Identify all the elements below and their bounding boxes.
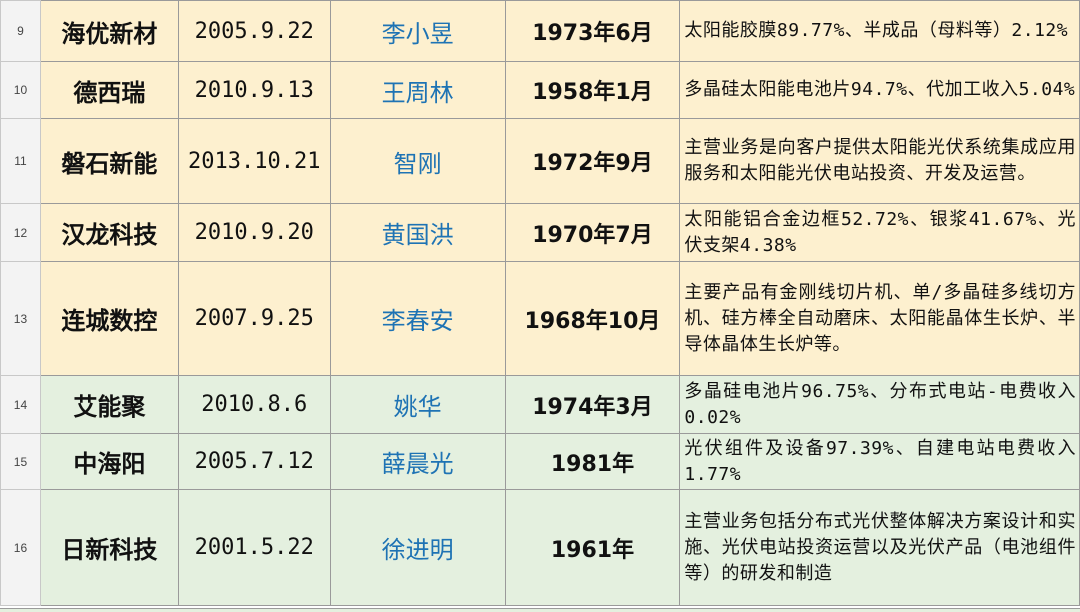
table-row: 9 海优新材 2005.9.22 李小昱 1973年6月 太阳能胶膜89.77%… (0, 0, 1080, 62)
founded-date-cell[interactable]: 2007.9.25 (177, 261, 331, 376)
business-cell[interactable]: 多晶硅电池片96.75%、分布式电站-电费收入0.02% (679, 375, 1080, 434)
chairman-cell[interactable]: 李小昱 (329, 0, 506, 62)
birth-cell[interactable]: 1974年3月 (504, 375, 681, 434)
row-header[interactable]: 11 (0, 118, 41, 204)
table-row: 16 日新科技 2001.5.22 徐进明 1961年 主营业务包括分布式光伏整… (0, 489, 1080, 606)
business-cell[interactable]: 太阳能胶膜89.77%、半成品（母料等）2.12% (679, 0, 1080, 62)
chairman-cell[interactable]: 徐进明 (329, 489, 506, 606)
birth-cell[interactable]: 1970年7月 (504, 203, 681, 262)
table-row: 13 连城数控 2007.9.25 李春安 1968年10月 主要产品有金刚线切… (0, 261, 1080, 376)
birth-cell[interactable]: 1958年1月 (504, 61, 681, 119)
business-cell[interactable]: 光伏组件及设备97.39%、自建电站电费收入1.77% (679, 433, 1080, 490)
row-header[interactable]: 16 (0, 489, 41, 606)
business-cell[interactable]: 太阳能铝合金边框52.72%、银浆41.67%、光伏支架4.38% (679, 203, 1080, 262)
chairman-cell[interactable]: 李春安 (329, 261, 506, 376)
next-row-edge (0, 608, 1080, 612)
company-table: 9 海优新材 2005.9.22 李小昱 1973年6月 太阳能胶膜89.77%… (0, 0, 1080, 606)
chairman-cell[interactable]: 智刚 (329, 118, 506, 204)
company-cell[interactable]: 连城数控 (39, 261, 179, 376)
birth-cell[interactable]: 1981年 (504, 433, 681, 490)
row-header[interactable]: 12 (0, 203, 41, 262)
company-cell[interactable]: 德西瑞 (39, 61, 179, 119)
chairman-cell[interactable]: 黄国洪 (329, 203, 506, 262)
birth-cell[interactable]: 1972年9月 (504, 118, 681, 204)
business-cell[interactable]: 主营业务是向客户提供太阳能光伏系统集成应用服务和太阳能光伏电站投资、开发及运营。 (679, 118, 1080, 204)
chairman-cell[interactable]: 薛晨光 (329, 433, 506, 490)
company-cell[interactable]: 磐石新能 (39, 118, 179, 204)
table-row: 14 艾能聚 2010.8.6 姚华 1974年3月 多晶硅电池片96.75%、… (0, 375, 1080, 434)
founded-date-cell[interactable]: 2001.5.22 (177, 489, 331, 606)
table-row: 12 汉龙科技 2010.9.20 黄国洪 1970年7月 太阳能铝合金边框52… (0, 203, 1080, 262)
row-header[interactable]: 15 (0, 433, 41, 490)
row-header[interactable]: 14 (0, 375, 41, 434)
founded-date-cell[interactable]: 2005.7.12 (177, 433, 331, 490)
business-cell[interactable]: 主要产品有金刚线切片机、单/多晶硅多线切方机、硅方棒全自动磨床、太阳能晶体生长炉… (679, 261, 1080, 376)
spreadsheet-view: 9 海优新材 2005.9.22 李小昱 1973年6月 太阳能胶膜89.77%… (0, 0, 1080, 612)
founded-date-cell[interactable]: 2013.10.21 (177, 118, 331, 204)
company-cell[interactable]: 中海阳 (39, 433, 179, 490)
founded-date-cell[interactable]: 2010.9.20 (177, 203, 331, 262)
founded-date-cell[interactable]: 2010.9.13 (177, 61, 331, 119)
row-header[interactable]: 9 (0, 0, 41, 62)
founded-date-cell[interactable]: 2005.9.22 (177, 0, 331, 62)
company-cell[interactable]: 日新科技 (39, 489, 179, 606)
row-header[interactable]: 10 (0, 61, 41, 119)
birth-cell[interactable]: 1968年10月 (504, 261, 681, 376)
chairman-cell[interactable]: 王周林 (329, 61, 506, 119)
birth-cell[interactable]: 1961年 (504, 489, 681, 606)
founded-date-cell[interactable]: 2010.8.6 (177, 375, 331, 434)
company-cell[interactable]: 海优新材 (39, 0, 179, 62)
row-header[interactable]: 13 (0, 261, 41, 376)
company-cell[interactable]: 艾能聚 (39, 375, 179, 434)
chairman-cell[interactable]: 姚华 (329, 375, 506, 434)
table-row: 10 德西瑞 2010.9.13 王周林 1958年1月 多晶硅太阳能电池片94… (0, 61, 1080, 119)
business-cell[interactable]: 主营业务包括分布式光伏整体解决方案设计和实施、光伏电站投资运营以及光伏产品（电池… (679, 489, 1080, 606)
table-row: 11 磐石新能 2013.10.21 智刚 1972年9月 主营业务是向客户提供… (0, 118, 1080, 204)
company-cell[interactable]: 汉龙科技 (39, 203, 179, 262)
table-row: 15 中海阳 2005.7.12 薛晨光 1981年 光伏组件及设备97.39%… (0, 433, 1080, 490)
business-cell[interactable]: 多晶硅太阳能电池片94.7%、代加工收入5.04% (679, 61, 1080, 119)
birth-cell[interactable]: 1973年6月 (504, 0, 681, 62)
